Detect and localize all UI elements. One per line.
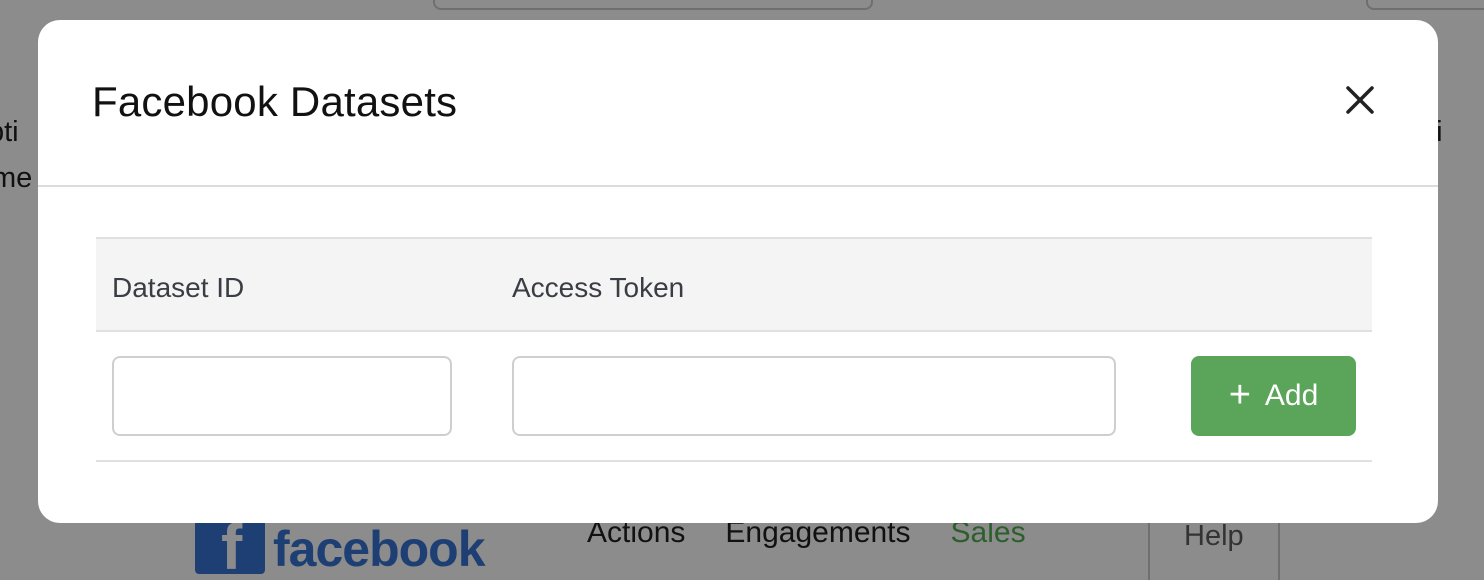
- access-token-input[interactable]: [512, 356, 1116, 436]
- column-header-access-token: Access Token: [512, 272, 685, 303]
- close-icon: [1346, 86, 1374, 114]
- plus-icon: +: [1228, 373, 1251, 416]
- facebook-datasets-modal: Facebook Datasets Dataset ID Access Toke…: [38, 20, 1438, 523]
- modal-header: Facebook Datasets: [38, 20, 1438, 187]
- background-text: me: [0, 162, 33, 194]
- modal-title: Facebook Datasets: [92, 78, 458, 125]
- facebook-logo-icon: [195, 514, 265, 574]
- add-button[interactable]: + Add: [1191, 356, 1356, 436]
- background-text: pti: [0, 116, 19, 148]
- table-row-new-dataset: + Add: [96, 332, 1372, 462]
- close-button[interactable]: [1338, 78, 1382, 122]
- background-input-box: [433, 0, 873, 10]
- dataset-id-input[interactable]: [112, 356, 452, 436]
- column-header-dataset-id: Dataset ID: [112, 272, 245, 303]
- datasets-table: Dataset ID Access Token + Add: [96, 237, 1372, 462]
- background-box: [1366, 0, 1484, 10]
- add-button-label: Add: [1264, 379, 1319, 412]
- facebook-logo: facebook: [195, 514, 486, 577]
- facebook-logo-word: facebook: [273, 521, 486, 577]
- table-header: Dataset ID Access Token: [96, 237, 1372, 332]
